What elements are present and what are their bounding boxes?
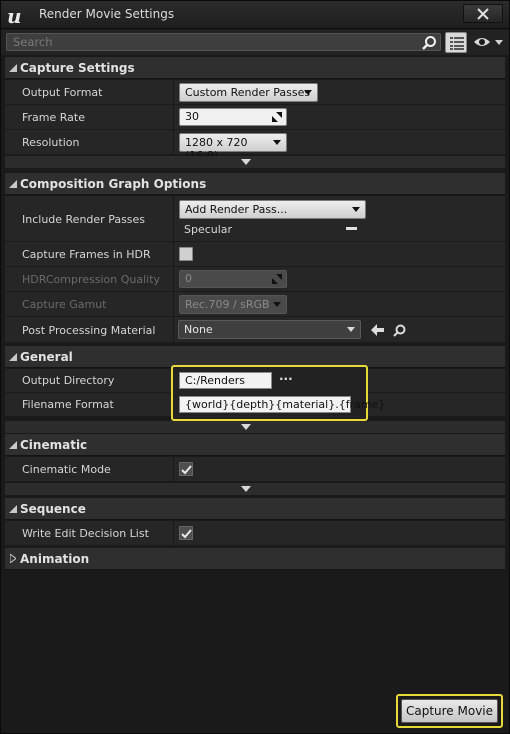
cinematic-mode-label: Cinematic Mode <box>22 463 111 476</box>
chevron-down-icon <box>241 424 251 430</box>
chevron-down-icon <box>273 302 281 307</box>
resolution-label: Resolution <box>22 136 80 149</box>
render-pass-item: Specular <box>184 223 233 236</box>
checkmark-icon <box>181 465 192 475</box>
resolution-dropdown[interactable]: 1280 x 720 (16:9) <box>179 133 287 162</box>
section-title: Composition Graph Options <box>20 177 207 191</box>
hdr-compression-label: HDRCompression Quality <box>22 273 161 286</box>
chevron-down-icon <box>241 159 251 165</box>
output-directory-input[interactable]: C:/Renders <box>179 372 272 389</box>
svg-text:u: u <box>7 4 22 26</box>
section-cinematic[interactable]: Cinematic <box>5 434 505 456</box>
window-title: Render Movie Settings <box>39 7 175 21</box>
browse-search-icon[interactable] <box>393 324 406 337</box>
remove-icon[interactable] <box>346 227 357 230</box>
section-animation[interactable]: Animation <box>5 548 505 570</box>
row-capture-hdr: Capture Frames in HDR <box>5 242 505 267</box>
collapse-caret-icon <box>9 180 17 188</box>
hdr-compression-input: 0 <box>179 270 287 288</box>
collapse-caret-icon <box>9 353 17 361</box>
chevron-down-icon[interactable] <box>495 40 503 45</box>
view-options-button[interactable] <box>445 32 467 53</box>
chevron-down-icon <box>241 486 251 492</box>
filename-format-input[interactable]: {world}{depth}{material}.{frame} <box>179 396 385 413</box>
chevron-down-icon <box>347 327 355 332</box>
section-title: General <box>20 350 73 364</box>
row-capture-gamut: Capture Gamut Rec.709 / sRGB <box>5 292 505 317</box>
section-sequence[interactable]: Sequence <box>5 498 505 520</box>
general-highlight: C:/Renders ... {world}{depth}{material}.… <box>171 365 385 421</box>
browse-directory-button[interactable]: ... <box>279 369 293 383</box>
frame-rate-label: Frame Rate <box>22 111 85 124</box>
capture-gamut-dropdown: Rec.709 / sRGB <box>179 295 287 314</box>
row-cinematic-mode: Cinematic Mode <box>5 457 505 482</box>
section-title: Sequence <box>20 502 86 516</box>
capture-hdr-checkbox[interactable] <box>179 247 193 261</box>
write-edl-label: Write Edit Decision List <box>22 527 149 540</box>
post-processing-material-label: Post Processing Material <box>22 324 156 337</box>
output-format-label: Output Format <box>22 86 103 99</box>
chevron-down-icon <box>304 90 312 95</box>
advanced-expander[interactable] <box>5 421 505 433</box>
filename-format-label: Filename Format <box>22 398 114 411</box>
title-bar[interactable]: u Render Movie Settings <box>1 1 509 29</box>
collapse-caret-icon <box>9 441 17 449</box>
row-hdr-compression: HDRCompression Quality 0 <box>5 267 505 292</box>
capture-gamut-label: Capture Gamut <box>22 298 107 311</box>
row-resolution: Resolution 1280 x 720 (16:9) <box>5 130 505 162</box>
section-title: Cinematic <box>20 438 88 452</box>
render-movie-settings-window: u Render Movie Settings Search Capture S… <box>0 0 510 734</box>
unreal-logo-icon: u <box>7 4 22 26</box>
capture-highlight: Capture Movie <box>396 694 503 728</box>
spin-arrows-icon <box>272 274 282 284</box>
search-bar <box>1 30 509 55</box>
expand-caret-icon <box>10 554 16 563</box>
close-icon <box>477 8 489 20</box>
post-processing-material-dropdown[interactable]: None <box>178 320 361 339</box>
section-title: Animation <box>20 552 90 566</box>
output-format-dropdown[interactable]: Custom Render Passes <box>179 83 318 102</box>
advanced-expander[interactable] <box>5 156 505 168</box>
close-button[interactable] <box>463 4 503 23</box>
write-edl-checkbox[interactable] <box>179 526 193 540</box>
search-icon[interactable] <box>421 35 437 51</box>
capture-movie-button[interactable]: Capture Movie <box>401 699 498 723</box>
advanced-expander[interactable] <box>5 483 505 495</box>
row-include-render-passes: Include Render Passes Add Render Pass...… <box>5 196 505 242</box>
output-directory-label: Output Directory <box>22 374 115 387</box>
capture-hdr-label: Capture Frames in HDR <box>22 248 151 261</box>
checkmark-icon <box>181 529 192 539</box>
collapse-caret-icon <box>9 505 17 513</box>
chevron-down-icon <box>352 207 360 212</box>
chevron-down-icon <box>273 140 281 145</box>
row-post-processing-material: Post Processing Material None <box>5 317 505 343</box>
add-render-pass-dropdown[interactable]: Add Render Pass... <box>179 200 366 219</box>
eye-icon[interactable] <box>473 36 491 48</box>
row-frame-rate: Frame Rate 30 <box>5 105 505 130</box>
section-title: Capture Settings <box>20 61 135 75</box>
row-write-edl: Write Edit Decision List <box>5 521 505 546</box>
include-render-passes-label: Include Render Passes <box>22 213 146 226</box>
search-input[interactable] <box>6 33 441 51</box>
details-panel: Capture Settings Output Format Custom Re… <box>5 57 505 687</box>
use-selected-arrow-icon[interactable] <box>371 324 384 336</box>
cinematic-mode-checkbox[interactable] <box>179 462 193 476</box>
spin-arrows-icon[interactable] <box>272 112 282 122</box>
list-view-icon <box>450 37 464 50</box>
collapse-caret-icon <box>9 64 17 72</box>
frame-rate-input[interactable]: 30 <box>179 108 287 126</box>
section-composition-graph-options[interactable]: Composition Graph Options <box>5 173 505 195</box>
row-output-format: Output Format Custom Render Passes <box>5 80 505 105</box>
section-capture-settings[interactable]: Capture Settings <box>5 57 505 79</box>
